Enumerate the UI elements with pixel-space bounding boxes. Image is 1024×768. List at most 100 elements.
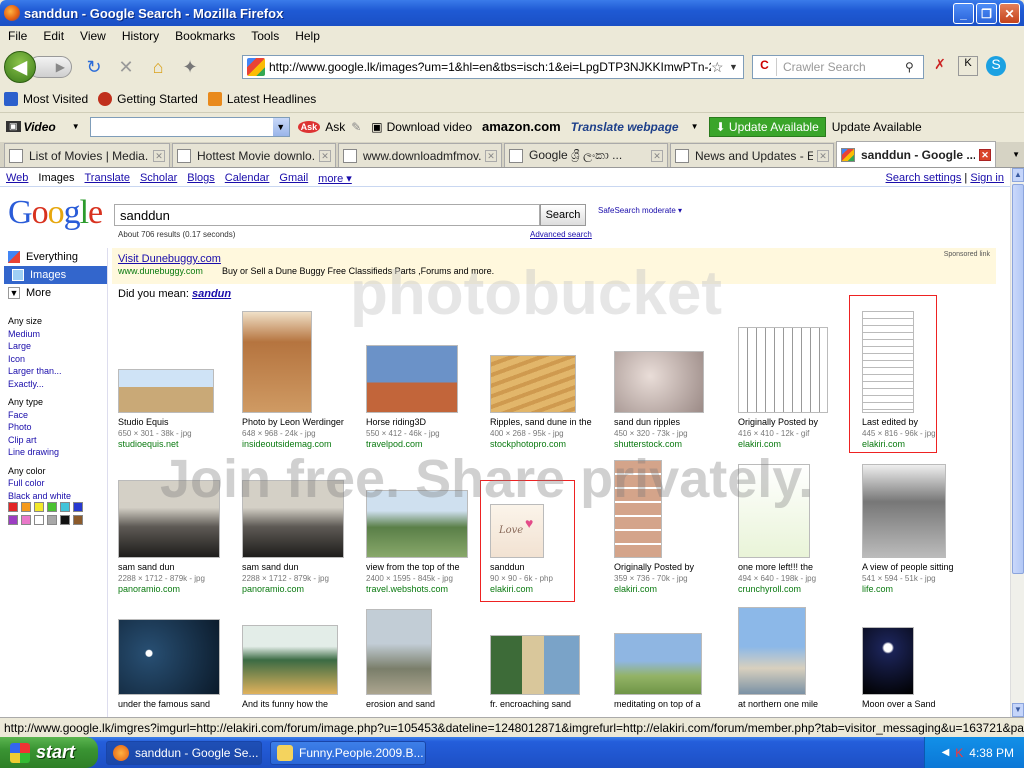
vertical-scrollbar[interactable]: ▲ ▼ bbox=[1010, 168, 1024, 717]
link-calendar[interactable]: Calendar bbox=[225, 172, 270, 185]
image-thumbnail[interactable] bbox=[614, 460, 662, 558]
sidebar-images[interactable]: Images bbox=[4, 266, 107, 284]
image-caption[interactable]: meditating on top of a bbox=[614, 699, 734, 709]
image-thumbnail[interactable] bbox=[738, 327, 828, 413]
image-result[interactable]: fr. encroaching sand bbox=[490, 635, 610, 709]
color-swatch[interactable] bbox=[60, 515, 70, 525]
download-video-button[interactable]: ▣ Download video bbox=[371, 120, 472, 134]
search-input[interactable]: Crawler Search bbox=[777, 60, 905, 74]
image-thumbnail[interactable] bbox=[366, 609, 432, 695]
tray-arrow-icon[interactable]: ◀ bbox=[942, 747, 950, 758]
image-caption[interactable]: at northern one mile bbox=[738, 699, 858, 709]
amazon-button[interactable]: amazon.com bbox=[482, 119, 561, 134]
color-swatch[interactable] bbox=[21, 502, 31, 512]
link-scholar[interactable]: Scholar bbox=[140, 172, 177, 185]
taskbar-firefox-window[interactable]: sanddun - Google Se... bbox=[106, 740, 262, 765]
image-result[interactable]: Photo by Leon Werdinger 648 × 968 - 24k -… bbox=[242, 311, 362, 449]
image-caption[interactable]: sam sand dun bbox=[118, 562, 238, 572]
menu-tools[interactable]: Tools bbox=[243, 29, 287, 43]
image-thumbnail[interactable] bbox=[118, 480, 220, 558]
search-button[interactable]: Search bbox=[540, 204, 586, 226]
pencil-icon[interactable]: ✎ bbox=[351, 120, 361, 134]
color-swatch[interactable] bbox=[34, 502, 44, 512]
filter-large[interactable]: Large bbox=[0, 341, 107, 354]
image-result[interactable]: one more left!!! the 494 × 640 - 198k - j… bbox=[738, 464, 858, 594]
image-thumbnail[interactable] bbox=[242, 480, 344, 558]
image-thumbnail[interactable] bbox=[614, 633, 702, 695]
link-web[interactable]: Web bbox=[6, 172, 28, 185]
close-button[interactable]: ✕ bbox=[999, 3, 1020, 24]
image-result[interactable]: Ripples, sand dune in the 400 × 268 - 95k… bbox=[490, 355, 610, 449]
update-available-text[interactable]: Update Available bbox=[832, 120, 922, 134]
image-caption[interactable]: Studio Equis bbox=[118, 417, 238, 427]
stop-icon[interactable]: ✕ bbox=[112, 54, 140, 80]
tab-google-sri-lanka[interactable]: Google ශ්‍රී ලංකා ... ✕ bbox=[504, 143, 668, 167]
image-caption[interactable]: A view of people sitting bbox=[862, 562, 982, 572]
start-button[interactable]: start bbox=[0, 737, 98, 768]
safesearch-dropdown[interactable]: SafeSearch moderate ▾ bbox=[598, 206, 682, 215]
link-gmail[interactable]: Gmail bbox=[279, 172, 308, 185]
ad-title-link[interactable]: Visit Dunebuggy.com bbox=[118, 253, 221, 265]
image-caption[interactable]: Photo by Leon Werdinger bbox=[242, 417, 362, 427]
image-result[interactable]: at northern one mile bbox=[738, 607, 858, 709]
image-thumbnail[interactable] bbox=[862, 464, 946, 558]
color-swatch[interactable] bbox=[73, 515, 83, 525]
search-query-input[interactable]: sanddun bbox=[114, 204, 540, 226]
url-text[interactable]: http://www.google.lk/images?um=1&hl=en&t… bbox=[269, 60, 711, 74]
ask-button[interactable]: Ask Ask ✎ bbox=[297, 120, 361, 134]
tab-sanddun-google[interactable]: sanddun - Google ... ✕ bbox=[836, 141, 996, 167]
color-swatch[interactable] bbox=[21, 515, 31, 525]
image-result[interactable]: Originally Posted by 359 × 736 - 70k - jp… bbox=[614, 460, 734, 594]
reload-icon[interactable]: ↻ bbox=[80, 54, 108, 80]
close-tab-icon[interactable]: ✕ bbox=[485, 149, 497, 162]
filter-photo[interactable]: Photo bbox=[0, 422, 107, 435]
image-result[interactable]: view from the top of the 2400 × 1595 - 84… bbox=[366, 490, 486, 594]
tab-hottest-movie[interactable]: Hottest Movie downlo... ✕ bbox=[172, 143, 336, 167]
search-box[interactable]: C Crawler Search ⚲ bbox=[752, 55, 924, 79]
sidebar-everything[interactable]: Everything bbox=[0, 248, 107, 266]
image-result[interactable]: And its funny how the bbox=[242, 625, 362, 709]
close-tab-icon[interactable]: ✕ bbox=[651, 149, 663, 162]
link-translate[interactable]: Translate bbox=[85, 172, 130, 185]
menu-history[interactable]: History bbox=[114, 29, 167, 43]
menu-file[interactable]: File bbox=[0, 29, 35, 43]
tab-news-and-updates[interactable]: News and Updates - E... ✕ bbox=[670, 143, 834, 167]
color-swatch[interactable] bbox=[60, 502, 70, 512]
tab-downloadmfmov[interactable]: www.downloadmfmov... ✕ bbox=[338, 143, 502, 167]
minimize-button[interactable]: _ bbox=[953, 3, 974, 24]
bookmark-star-icon[interactable]: ☆ bbox=[711, 59, 729, 76]
close-tab-icon[interactable]: ✕ bbox=[817, 149, 829, 162]
image-thumbnail[interactable] bbox=[614, 351, 704, 413]
image-caption[interactable]: Originally Posted by bbox=[738, 417, 858, 427]
image-result[interactable]: erosion and sand bbox=[366, 609, 486, 709]
menu-edit[interactable]: Edit bbox=[35, 29, 72, 43]
skype-icon[interactable]: S bbox=[986, 56, 1006, 76]
image-thumbnail[interactable] bbox=[366, 345, 458, 413]
video-search-select[interactable]: ▼ bbox=[89, 116, 290, 137]
filter-full-color[interactable]: Full color bbox=[0, 478, 107, 491]
image-caption[interactable]: one more left!!! the bbox=[738, 562, 858, 572]
image-result[interactable]: meditating on top of a bbox=[614, 633, 734, 709]
home-icon[interactable]: ⌂ bbox=[144, 54, 172, 80]
link-more[interactable]: more ▾ bbox=[318, 172, 352, 185]
image-thumbnail[interactable] bbox=[862, 627, 914, 695]
color-swatch[interactable] bbox=[8, 515, 18, 525]
bookmark-most-visited[interactable]: Most Visited bbox=[4, 92, 88, 106]
image-thumbnail[interactable] bbox=[738, 607, 806, 695]
tab-list-of-movies[interactable]: List of Movies | Media... ✕ bbox=[4, 143, 170, 167]
spelling-suggestion-link[interactable]: sandun bbox=[192, 288, 231, 300]
menu-help[interactable]: Help bbox=[287, 29, 328, 43]
image-result[interactable]: sand dun ripples 450 × 320 - 73k - jpg shu… bbox=[614, 351, 734, 449]
image-thumbnail[interactable] bbox=[490, 355, 576, 413]
taskbar-folder-window[interactable]: Funny.People.2009.B... bbox=[270, 740, 426, 765]
color-swatch[interactable] bbox=[8, 502, 18, 512]
image-thumbnail[interactable] bbox=[118, 619, 220, 695]
image-caption[interactable]: sam sand dun bbox=[242, 562, 362, 572]
image-caption[interactable]: And its funny how the bbox=[242, 699, 362, 709]
filter-exactly[interactable]: Exactly... bbox=[0, 379, 107, 392]
color-swatch[interactable] bbox=[47, 515, 57, 525]
color-swatch[interactable] bbox=[47, 502, 57, 512]
url-dropdown-icon[interactable]: ▼ bbox=[729, 62, 743, 72]
image-result[interactable]: Horse riding3D 550 × 412 - 46k - jpg trave… bbox=[366, 345, 486, 449]
bookmark-latest-headlines[interactable]: Latest Headlines bbox=[207, 92, 316, 106]
